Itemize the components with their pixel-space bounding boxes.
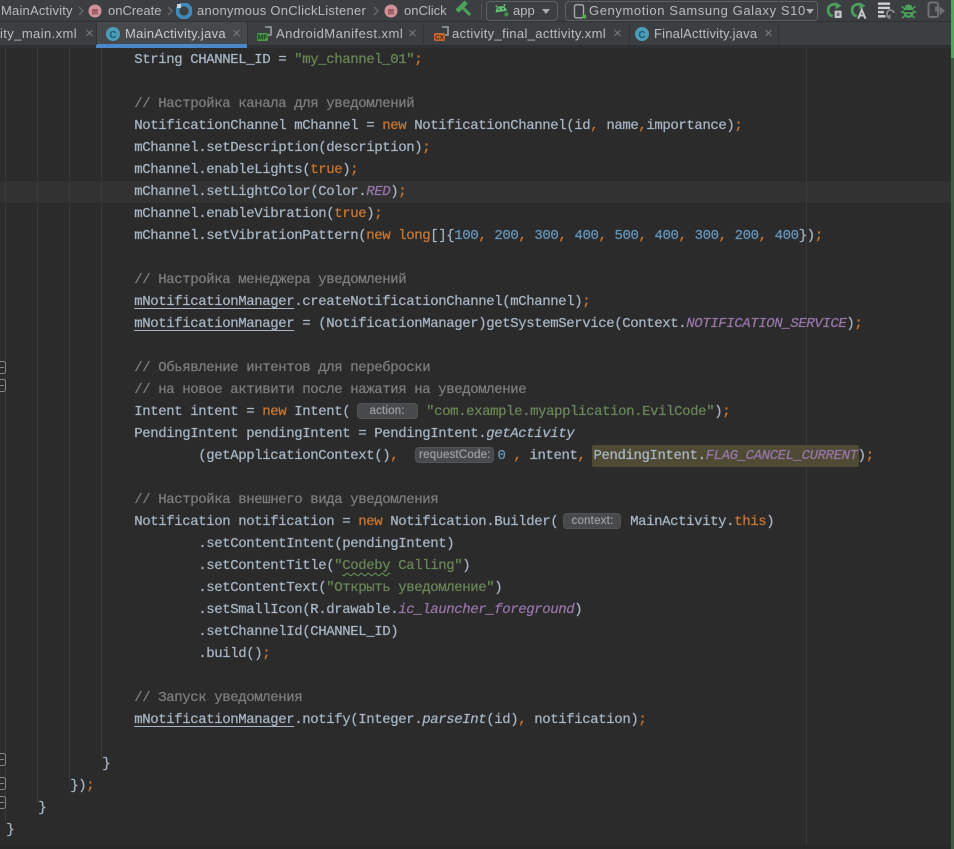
svg-text:MF: MF (257, 35, 268, 42)
svg-text:m: m (92, 8, 98, 19)
svg-text:CX: CX (435, 35, 445, 42)
svg-text:C: C (638, 30, 645, 41)
svg-text:C: C (109, 30, 116, 41)
svg-text:m: m (388, 8, 394, 19)
